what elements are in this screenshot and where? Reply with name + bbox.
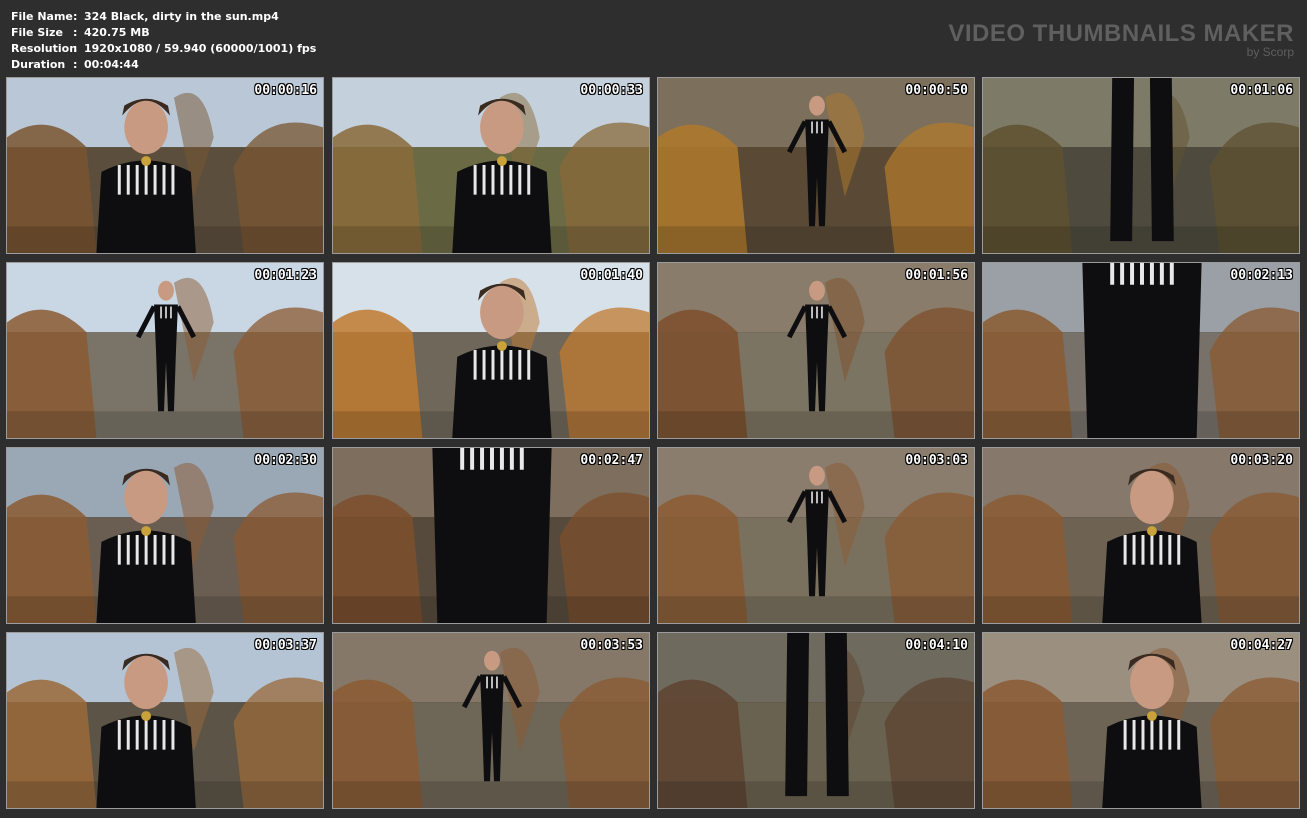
separator: : xyxy=(73,41,78,55)
resolution-row: Resolution : 1920x1080 / 59.940 (60000/1… xyxy=(11,40,316,56)
timestamp-label: 00:01:06 xyxy=(1230,83,1293,98)
video-thumbnail[interactable]: 00:01:06 xyxy=(982,77,1300,254)
duration-value: 00:04:44 xyxy=(84,57,139,71)
file-size-row: File Size : 420.75 MB xyxy=(11,24,316,40)
thumbnail-image xyxy=(658,263,974,438)
video-thumbnail[interactable]: 00:03:37 xyxy=(6,632,324,809)
video-thumbnail[interactable]: 00:02:47 xyxy=(332,447,650,624)
timestamp-label: 00:02:30 xyxy=(254,453,317,468)
separator: : xyxy=(73,57,78,71)
file-name-label: File Name xyxy=(11,9,73,23)
thumbnail-image xyxy=(333,78,649,253)
timestamp-label: 00:04:27 xyxy=(1230,638,1293,653)
video-thumbnail[interactable]: 00:03:03 xyxy=(657,447,975,624)
timestamp-label: 00:03:53 xyxy=(580,638,643,653)
video-thumbnail[interactable]: 00:03:53 xyxy=(332,632,650,809)
model-figure xyxy=(432,448,552,623)
file-name-row: File Name : 324 Black, dirty in the sun.… xyxy=(11,8,316,24)
timestamp-label: 00:02:47 xyxy=(580,453,643,468)
model-figure xyxy=(1082,263,1202,438)
thumbnail-image xyxy=(333,448,649,623)
file-size-label: File Size xyxy=(11,25,63,39)
thumbnail-image xyxy=(658,448,974,623)
file-name-value: 324 Black, dirty in the sun.mp4 xyxy=(84,9,279,23)
timestamp-label: 00:00:50 xyxy=(905,83,968,98)
thumbnail-image xyxy=(7,633,323,808)
duration-label: Duration xyxy=(11,57,66,71)
video-thumbnail[interactable]: 00:02:30 xyxy=(6,447,324,624)
thumbnail-image xyxy=(983,78,1299,253)
thumbnail-image xyxy=(7,448,323,623)
timestamp-label: 00:01:56 xyxy=(905,268,968,283)
thumbnail-image xyxy=(983,633,1299,808)
timestamp-label: 00:04:10 xyxy=(905,638,968,653)
video-thumbnail[interactable]: 00:04:27 xyxy=(982,632,1300,809)
thumbnail-image xyxy=(333,263,649,438)
video-thumbnail[interactable]: 00:04:10 xyxy=(657,632,975,809)
video-thumbnail[interactable]: 00:01:23 xyxy=(6,262,324,439)
timestamp-label: 00:01:23 xyxy=(254,268,317,283)
resolution-value: 1920x1080 / 59.940 (60000/1001) fps xyxy=(84,41,317,55)
video-thumbnail[interactable]: 00:00:50 xyxy=(657,77,975,254)
separator: : xyxy=(73,25,78,39)
timestamp-label: 00:01:40 xyxy=(580,268,643,283)
thumbnail-image xyxy=(658,78,974,253)
video-thumbnail[interactable]: 00:01:56 xyxy=(657,262,975,439)
duration-row: Duration : 00:04:44 xyxy=(11,56,316,72)
thumbnail-grid: 00:00:16 00:00:33 00:00:50 00:01:06 00:01:23… xyxy=(6,77,1302,811)
thumbnail-image xyxy=(7,78,323,253)
thumbnail-image xyxy=(7,263,323,438)
video-thumbnail[interactable]: 00:02:13 xyxy=(982,262,1300,439)
timestamp-label: 00:00:33 xyxy=(580,83,643,98)
thumbnail-image xyxy=(983,263,1299,438)
timestamp-label: 00:03:03 xyxy=(905,453,968,468)
separator: : xyxy=(73,9,78,23)
timestamp-label: 00:00:16 xyxy=(254,83,317,98)
video-thumbnail[interactable]: 00:01:40 xyxy=(332,262,650,439)
thumbnail-image xyxy=(333,633,649,808)
timestamp-label: 00:03:20 xyxy=(1230,453,1293,468)
video-thumbnail[interactable]: 00:00:16 xyxy=(6,77,324,254)
brand-watermark: VIDEO THUMBNAILS MAKER by Scorp xyxy=(948,20,1294,58)
video-thumbnail[interactable]: 00:03:20 xyxy=(982,447,1300,624)
timestamp-label: 00:03:37 xyxy=(254,638,317,653)
brand-title: VIDEO THUMBNAILS MAKER xyxy=(948,20,1294,47)
thumbnail-image xyxy=(983,448,1299,623)
video-thumbnail[interactable]: 00:00:33 xyxy=(332,77,650,254)
timestamp-label: 00:02:13 xyxy=(1230,268,1293,283)
resolution-label: Resolution xyxy=(11,41,78,55)
file-size-value: 420.75 MB xyxy=(84,25,150,39)
thumbnail-image xyxy=(658,633,974,808)
file-info: File Name : 324 Black, dirty in the sun.… xyxy=(11,8,316,72)
